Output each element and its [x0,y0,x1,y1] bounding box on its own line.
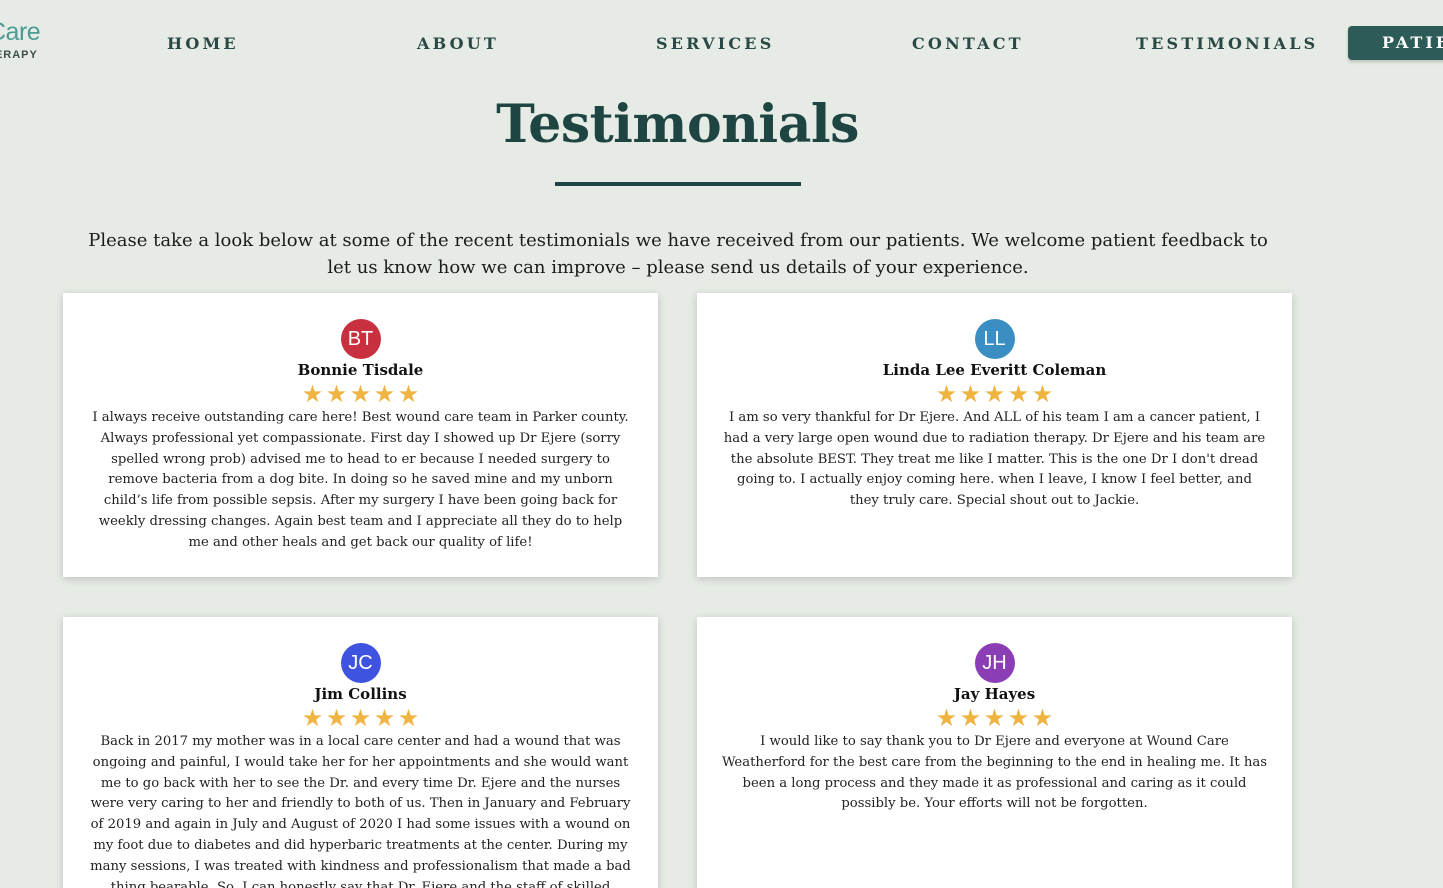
title-divider [555,182,801,186]
star-icon: ★ [1007,704,1030,732]
star-icon: ★ [1007,380,1030,408]
star-icon: ★ [349,380,372,408]
star-icon: ★ [397,704,420,732]
star-rating: ★ ★ ★ ★ ★ [697,382,1292,406]
reviewer-name: Jim Collins [314,685,407,703]
star-icon: ★ [325,704,348,732]
avatar: BT [340,319,381,359]
reviewer-name: Bonnie Tisdale [297,361,424,379]
testimonial-card: JH Jay Hayes ★ ★ ★ ★ ★ I would like to say t… [697,617,1292,888]
star-rating: ★ ★ ★ ★ ★ [697,706,1292,730]
reviewer-name: Jay Hayes [953,685,1036,703]
star-icon: ★ [1031,380,1054,408]
avatar: LL [974,319,1015,359]
review-text: Back in 2017 my mother was in a local ca… [90,734,631,888]
star-icon: ★ [373,704,396,732]
nav-contact[interactable]: CONTACT [912,34,1024,53]
testimonial-card: LL Linda Lee Everitt Coleman ★ ★ ★ ★ ★ I am … [697,293,1292,577]
star-icon: ★ [373,380,396,408]
star-rating: ★ ★ ★ ★ ★ [63,706,658,730]
avatar: JH [974,643,1015,683]
intro-text: Please take a look below at some of the … [88,230,1268,278]
star-icon: ★ [397,380,420,408]
star-icon: ★ [935,704,958,732]
reviewer-name: Linda Lee Everitt Coleman [882,361,1107,379]
star-icon: ★ [325,380,348,408]
logo-subtitle: HERAPY [0,49,38,61]
star-icon: ★ [983,704,1006,732]
star-icon: ★ [959,704,982,732]
avatar: JC [340,643,381,683]
star-icon: ★ [935,380,958,408]
star-icon: ★ [959,380,982,408]
nav-home[interactable]: HOME [167,34,239,53]
star-rating: ★ ★ ★ ★ ★ [63,382,658,406]
star-icon: ★ [349,704,372,732]
logo-wordmark: Care [0,18,41,46]
review-text: I always receive outstanding care here! … [92,410,629,550]
testimonial-card: JC Jim Collins ★ ★ ★ ★ ★ Back in 2017 my mot… [63,617,658,888]
nav-services[interactable]: SERVICES [656,34,774,53]
page-title: Testimonials [496,94,859,155]
page: Care HERAPY HOME ABOUT SERVICES CONTACT … [0,0,1443,888]
site-logo[interactable]: Care HERAPY [0,18,60,68]
star-icon: ★ [301,380,324,408]
star-icon: ★ [301,704,324,732]
star-icon: ★ [983,380,1006,408]
patient-portal-button[interactable]: PATIE [1348,26,1443,60]
nav-testimonials[interactable]: TESTIMONIALS [1136,34,1318,53]
nav-about[interactable]: ABOUT [417,34,499,53]
review-text: I am so very thankful for Dr Ejere. And … [723,410,1266,509]
star-icon: ★ [1031,704,1054,732]
testimonial-card: BT Bonnie Tisdale ★ ★ ★ ★ ★ I always receive… [63,293,658,577]
review-text: I would like to say thank you to Dr Ejer… [721,734,1268,812]
